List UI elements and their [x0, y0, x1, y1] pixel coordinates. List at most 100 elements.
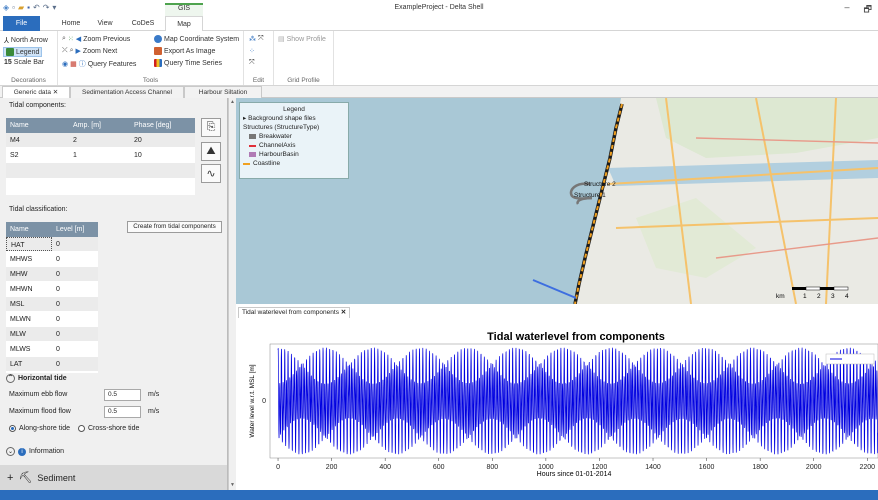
status-bar — [0, 490, 878, 500]
export-as-image-button[interactable]: Export As Image — [154, 47, 215, 55]
level-value-cell[interactable]: 0 — [52, 357, 98, 371]
table-row[interactable]: MSL 0 — [6, 297, 98, 312]
level-name-cell[interactable]: MLWN — [6, 312, 52, 326]
delete-icon: ⤧ — [249, 59, 255, 66]
along-shore-tide-radio[interactable]: Along-shore tide — [9, 425, 70, 432]
table-row[interactable]: MLW 0 — [6, 327, 98, 342]
information-section[interactable]: ⌄ i Information — [6, 447, 64, 456]
arrow-left-icon: ◀ — [75, 36, 82, 43]
max-ebb-flow-input[interactable]: 0.5 — [104, 389, 141, 401]
level-value-cell[interactable]: 0 — [52, 342, 98, 356]
tab-generic-data[interactable]: Generic data ✕ — [2, 86, 70, 98]
document-tabs: Generic data ✕ Sedimentation Access Chan… — [0, 86, 878, 98]
north-arrow-button[interactable]: ⅄ North Arrow — [4, 36, 48, 45]
info-icon: ⓘ — [78, 61, 86, 68]
legend-button[interactable]: Legend — [3, 47, 43, 57]
coastline-swatch — [243, 162, 250, 165]
zoom-rect-icon: ⌕ — [62, 35, 66, 42]
level-value-cell[interactable]: 0 — [52, 327, 98, 341]
breakwater-swatch — [249, 134, 256, 139]
table-row[interactable]: HAT 0 — [6, 237, 98, 252]
waterlevel-chart[interactable]: Tidal waterlevel from components 0 200 400… — [236, 318, 878, 490]
level-name-cell[interactable]: MHWS — [6, 252, 52, 266]
level-value-cell[interactable]: 0 — [52, 282, 98, 296]
legend-item: ChannelAxis — [243, 141, 345, 150]
table-row[interactable]: MLWS 0 — [6, 342, 98, 357]
max-ebb-flow-unit: m/s — [148, 391, 160, 398]
table-row-empty[interactable] — [6, 179, 195, 194]
table-row[interactable]: MHWN 0 — [6, 282, 98, 297]
level-name-cell[interactable]: MHW — [6, 267, 52, 281]
scroll-up-icon[interactable]: ▲ — [230, 99, 235, 105]
table-row[interactable]: S2 1 10 — [6, 148, 195, 163]
query-features-button[interactable]: ◉ ▦ ⓘ Query Features — [62, 59, 136, 69]
level-name-cell[interactable]: LAT — [6, 357, 52, 371]
zoom-next-button[interactable]: ⤫ ⌕ ▶ Zoom Next — [62, 47, 117, 55]
close-icon[interactable]: ✕ — [341, 309, 346, 316]
tab-home[interactable]: Home — [56, 16, 86, 31]
level-name-cell[interactable]: MHWN — [6, 282, 52, 296]
table-row[interactable]: MLWN 0 — [6, 312, 98, 327]
scale-bar-button[interactable]: 15 Scale Bar — [4, 59, 44, 66]
tab-tidal-waterlevel[interactable]: Tidal waterlevel from components ✕ — [238, 307, 351, 318]
level-value-cell[interactable]: 0 — [52, 267, 98, 281]
tab-sedimentation-access-channel[interactable]: Sedimentation Access Channel — [70, 86, 184, 98]
left-panel-scrollbar[interactable]: ▲ ▼ — [228, 98, 236, 490]
table-header: Name Amp. [m] Phase [deg] — [6, 118, 195, 133]
legend-structures-group: Structures (StructureType) — [243, 124, 320, 131]
table-body: M4 2 20 S2 1 10 — [6, 133, 195, 194]
edit-nodes-button[interactable]: ⁂ ⤧ — [249, 35, 264, 43]
channel-axis[interactable] — [532, 279, 577, 299]
legend-item: Coastline — [243, 159, 345, 168]
scroll-down-icon[interactable]: ▼ — [230, 482, 235, 488]
tab-codes[interactable]: CoDeS — [127, 16, 159, 31]
sediment-section[interactable]: + ⛏ Sediment — [0, 465, 227, 490]
query-time-series-button[interactable]: Query Time Series — [154, 59, 222, 67]
table-row[interactable]: LAT 0 — [6, 357, 98, 372]
wave-signal-button[interactable]: ∿ — [201, 164, 221, 183]
create-from-tidal-components-button[interactable]: Create from tidal components — [127, 221, 222, 233]
show-profile-button[interactable]: ▤ Show Profile — [278, 35, 326, 44]
map-coordinate-system-button[interactable]: Map Coordinate System — [154, 35, 239, 43]
tab-map[interactable]: Map — [165, 16, 203, 32]
delete-button[interactable]: ⤧ — [249, 59, 255, 67]
level-value-cell[interactable]: 0 — [52, 312, 98, 326]
x-tick-label: 1000 — [538, 464, 554, 471]
table-row-empty[interactable] — [6, 163, 195, 179]
refresh-icon: ◉ — [62, 61, 69, 68]
legend-background-group[interactable]: ▸ Background shape files — [243, 114, 345, 123]
arrow-right-icon: ▶ — [75, 48, 81, 55]
tab-view[interactable]: View — [92, 16, 118, 31]
table-row[interactable]: MHWS 0 — [6, 252, 98, 267]
ribbon-tabs: File Home View CoDeS Map — [0, 16, 878, 32]
level-value-cell[interactable]: 0 — [52, 297, 98, 311]
x-tick-label: 1600 — [699, 464, 715, 471]
cross-shore-tide-radio[interactable]: Cross-shore tide — [78, 425, 139, 432]
move-button[interactable]: ⁘ — [249, 47, 255, 55]
zoom-icon: ⌕ — [69, 47, 74, 54]
level-value-cell[interactable]: 0 — [52, 237, 98, 251]
level-name-cell[interactable]: MLW — [6, 327, 52, 341]
table-row[interactable]: M4 2 20 — [6, 133, 195, 148]
table-row[interactable]: MHW 0 — [6, 267, 98, 282]
x-tick-label: 0 — [276, 464, 280, 471]
svg-text:4: 4 — [845, 293, 849, 300]
add-row-button[interactable]: ⎘ — [201, 118, 221, 137]
contextual-tab-group-gis: GIS — [165, 3, 203, 16]
level-name-cell[interactable]: MSL — [6, 297, 52, 311]
close-icon[interactable]: ✕ — [53, 89, 58, 96]
map-location-button[interactable]: ⛰ — [201, 142, 221, 161]
level-name-cell[interactable]: HAT — [6, 237, 52, 251]
pan-icon: ⁙ — [67, 36, 74, 43]
x-tick-label: 1800 — [752, 464, 768, 471]
tidal-components-table: Name Amp. [m] Phase [deg] M4 2 20 S2 1 10 — [6, 118, 195, 195]
zoom-previous-button[interactable]: ⌕ ⁙ ◀ Zoom Previous — [62, 35, 130, 43]
max-ebb-flow-label: Maximum ebb flow — [9, 391, 68, 398]
level-value-cell[interactable]: 0 — [52, 252, 98, 266]
tab-harbour-siltation[interactable]: Harbour Siltation — [184, 86, 262, 98]
level-name-cell[interactable]: MLWS — [6, 342, 52, 356]
max-flood-flow-input[interactable]: 0.5 — [104, 406, 141, 418]
legend-item: HarbourBasin — [243, 150, 345, 159]
tab-file[interactable]: File — [3, 16, 40, 31]
horizontal-tide-section[interactable]: ⌃ Horizontal tide — [6, 374, 67, 383]
